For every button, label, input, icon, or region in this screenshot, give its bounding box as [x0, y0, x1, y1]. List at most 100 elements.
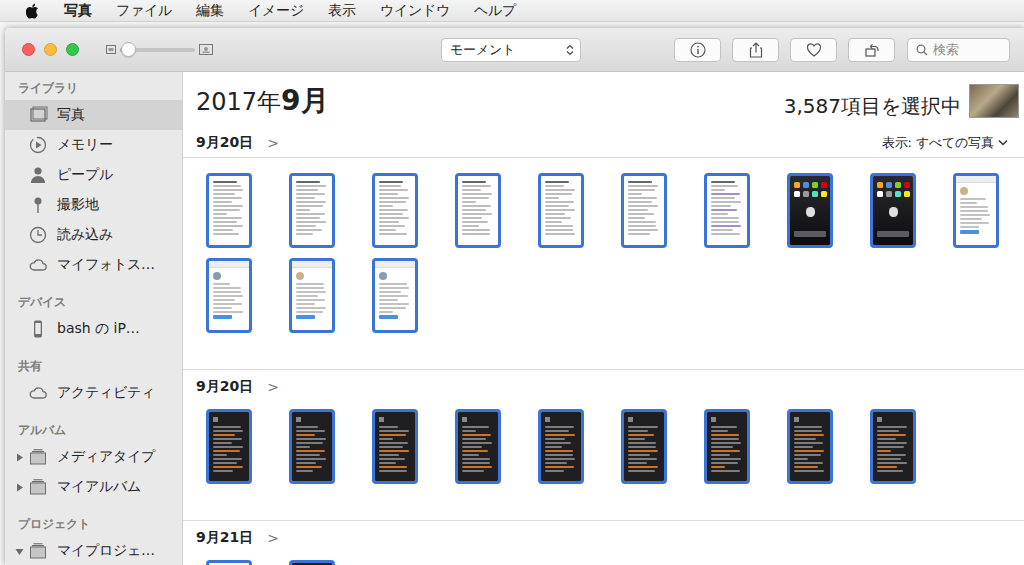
- menu-item[interactable]: ウインドウ: [380, 2, 450, 20]
- photo-thumbnail[interactable]: [455, 409, 501, 484]
- sidebar-label[interactable]: メモリー: [57, 136, 113, 154]
- photo-thumbnail[interactable]: [372, 409, 418, 484]
- photo-thumbnail[interactable]: [538, 409, 584, 484]
- disclosure-triangle-icon[interactable]: [15, 547, 24, 556]
- sidebar-label[interactable]: マイプロジェ…: [57, 542, 155, 560]
- show-filter[interactable]: 表示:すべての写真: [882, 134, 1008, 152]
- menu-item[interactable]: 表示: [328, 2, 356, 20]
- moment-date[interactable]: 9月21日 >: [196, 529, 279, 547]
- sidebar-item[interactable]: メモリー: [5, 130, 182, 160]
- disclosure-triangle-icon[interactable]: [15, 483, 24, 492]
- section-title: 共有: [5, 354, 182, 378]
- photo-thumbnail[interactable]: [870, 409, 916, 484]
- photo-thumbnail[interactable]: [870, 173, 916, 248]
- photo-thumbnail[interactable]: [538, 173, 584, 248]
- text-line: [296, 197, 315, 199]
- album-folder-icon: [28, 541, 48, 561]
- photo-thumbnail[interactable]: [289, 409, 335, 484]
- sidebar-item[interactable]: 撮影地: [5, 190, 182, 220]
- sidebar-label[interactable]: マイアルバム: [57, 478, 141, 496]
- sidebar-item[interactable]: メディアタイプ: [5, 442, 182, 472]
- date-label[interactable]: 9月20日: [196, 378, 253, 396]
- dock-bar: [794, 231, 826, 237]
- photo-thumbnail[interactable]: [455, 173, 501, 248]
- menu-item[interactable]: 写真: [64, 2, 92, 20]
- photo-thumbnail[interactable]: [372, 258, 418, 333]
- date-chevron[interactable]: >: [267, 530, 279, 546]
- sidebar-item[interactable]: bash の iP…: [5, 314, 182, 344]
- zoom-button[interactable]: [66, 43, 79, 56]
- photo-thumbnail[interactable]: [206, 409, 252, 484]
- minimize-button[interactable]: [44, 43, 57, 56]
- menu-item[interactable]: 編集: [196, 2, 224, 20]
- sidebar-label[interactable]: マイフォトス…: [57, 256, 155, 274]
- sidebar-label[interactable]: アクティビティ: [57, 384, 155, 402]
- sidebar-item[interactable]: アクティビティ: [5, 378, 182, 408]
- rotate-button[interactable]: [848, 38, 895, 62]
- zoom-track[interactable]: [120, 48, 195, 52]
- sidebar-label[interactable]: 撮影地: [57, 196, 99, 214]
- text-line: [794, 446, 813, 448]
- date-chevron[interactable]: >: [267, 135, 279, 151]
- photo-thumbnail[interactable]: [621, 173, 667, 248]
- text-line: [379, 189, 408, 191]
- sidebar-item[interactable]: マイフォトス…: [5, 250, 182, 280]
- filter-value[interactable]: すべての写真: [916, 134, 994, 152]
- zoom-knob[interactable]: [121, 42, 136, 57]
- photo-thumbnail[interactable]: [289, 560, 335, 565]
- text-line: [628, 446, 656, 448]
- menu-item[interactable]: ファイル: [116, 2, 172, 20]
- date-chevron[interactable]: >: [267, 379, 279, 395]
- sidebar-item[interactable]: 読み込み: [5, 220, 182, 250]
- search-placeholder[interactable]: 検索: [933, 41, 959, 59]
- thumbnail-grid: [183, 158, 1024, 369]
- moment-section: 9月20日 > 表示:すべての写真: [183, 128, 1024, 369]
- sidebar-item[interactable]: マイアルバム: [5, 472, 182, 502]
- sidebar-item[interactable]: 写真: [5, 100, 182, 130]
- text-line: [877, 430, 899, 432]
- sidebar-item[interactable]: ピープル: [5, 160, 182, 190]
- heart-button[interactable]: [790, 38, 837, 62]
- photo-thumbnail[interactable]: [621, 409, 667, 484]
- dock-bar: [877, 231, 909, 237]
- photo-thumbnail[interactable]: [704, 173, 750, 248]
- search-field[interactable]: 検索: [907, 38, 1010, 62]
- close-button[interactable]: [22, 43, 35, 56]
- photo-thumbnail[interactable]: [206, 258, 252, 333]
- app-grid: [794, 182, 826, 197]
- sidebar-item[interactable]: マイプロジェ…: [5, 536, 182, 565]
- photo-thumbnail[interactable]: [206, 560, 252, 565]
- photo-thumbnail[interactable]: [372, 173, 418, 248]
- sidebar-label[interactable]: メディアタイプ: [57, 448, 155, 466]
- text-line: [213, 225, 243, 227]
- disclosure-triangle-icon[interactable]: [15, 453, 24, 462]
- photo-thumbnail[interactable]: [289, 173, 335, 248]
- zoom-slider[interactable]: [106, 44, 213, 55]
- sidebar-label[interactable]: 写真: [57, 106, 85, 124]
- text-line: [711, 462, 738, 464]
- sidebar-label[interactable]: ピープル: [57, 166, 113, 184]
- date-label[interactable]: 9月21日: [196, 529, 253, 547]
- sidebar-label[interactable]: bash の iP…: [57, 320, 140, 338]
- share-button[interactable]: [732, 38, 779, 62]
- menu-item[interactable]: ヘルプ: [474, 2, 516, 20]
- view-dropdown[interactable]: モーメント: [441, 38, 581, 62]
- date-label[interactable]: 9月20日: [196, 134, 253, 152]
- text-line: [545, 470, 564, 472]
- photo-thumbnail[interactable]: [289, 258, 335, 333]
- text-line: [296, 442, 323, 444]
- text-line: [296, 185, 326, 187]
- moment-date[interactable]: 9月20日 >: [196, 378, 279, 396]
- photo-thumbnail[interactable]: [787, 173, 833, 248]
- menu-item[interactable]: イメージ: [248, 2, 304, 20]
- apple-menu-icon[interactable]: [26, 3, 40, 19]
- info-button[interactable]: [674, 38, 721, 62]
- photo-thumbnail[interactable]: [953, 173, 999, 248]
- sidebar-label[interactable]: 読み込み: [57, 226, 113, 244]
- photo-thumbnail[interactable]: [704, 409, 750, 484]
- moment-date[interactable]: 9月20日 >: [196, 134, 279, 152]
- photo-thumbnail[interactable]: [206, 173, 252, 248]
- text-line: [462, 470, 484, 472]
- chevron-down-icon[interactable]: [998, 139, 1008, 146]
- photo-thumbnail[interactable]: [787, 409, 833, 484]
